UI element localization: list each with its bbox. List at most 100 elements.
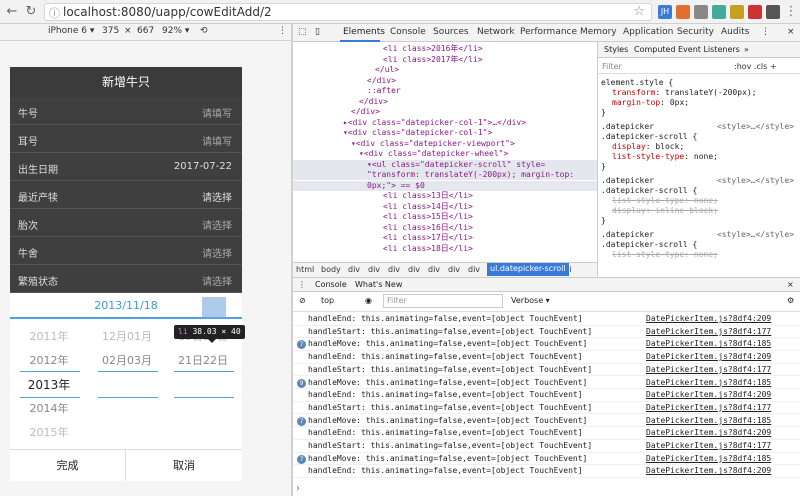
css-selector[interactable]: } <box>601 162 606 171</box>
styles-filter[interactable]: Filter :hov .cls + <box>598 59 800 74</box>
tab-console-drawer[interactable]: Console <box>315 280 347 289</box>
extension-icon[interactable] <box>766 5 780 19</box>
year-item[interactable]: 2014年 <box>18 397 80 421</box>
field-value[interactable]: 请填写 <box>202 105 232 120</box>
dom-node[interactable]: ▾<div class="datepicker-wheel"> <box>293 149 597 159</box>
dom-node[interactable]: 0px;"> == $0 <box>293 180 597 191</box>
field-value[interactable]: 2017-07-22 <box>174 161 232 172</box>
tab-more[interactable]: » <box>744 45 749 54</box>
close-icon[interactable]: × <box>787 280 794 289</box>
css-property-name[interactable]: list-style-type <box>612 152 684 161</box>
dom-node[interactable]: ▾<div class="datepicker-col-1"> <box>293 128 597 138</box>
reload-icon[interactable]: ↻ <box>22 3 40 21</box>
tab-sources[interactable]: Sources <box>433 27 469 37</box>
context-select[interactable]: top <box>321 296 334 305</box>
source-link[interactable]: DatePickerItem.js?8df4:209 <box>646 351 771 363</box>
dom-node[interactable]: ▾<ul class="datepicker-scroll" style= <box>293 159 597 170</box>
year-item[interactable]: 2011年 <box>18 325 80 349</box>
dom-node[interactable]: <li class>16日</li> <box>293 223 597 233</box>
crumb-item[interactable]: div <box>368 265 380 274</box>
css-property-name[interactable]: display <box>612 142 646 151</box>
css-selector[interactable]: .datepicker <box>601 122 654 131</box>
css-property-value[interactable]: translateY(-200px); <box>665 88 757 97</box>
year-column[interactable]: 2011年 2012年 2013年 2014年 2015年 <box>18 325 80 445</box>
form-row[interactable]: 耳号 请填写 <box>10 125 242 153</box>
month-column[interactable]: 12月01月 02月03月 <box>96 325 158 445</box>
form-row[interactable]: 胎次 请选择 <box>10 209 242 237</box>
source-link[interactable]: DatePickerItem.js?8df4:177 <box>646 402 771 414</box>
tab-application[interactable]: Application <box>623 27 673 37</box>
tab-whats-new[interactable]: What's New <box>355 280 402 289</box>
extension-icon[interactable] <box>676 5 690 19</box>
css-property-value[interactable]: none; <box>694 152 718 161</box>
inspect-icon[interactable]: ⬚ <box>298 27 307 37</box>
css-selector[interactable]: } <box>601 108 606 117</box>
source-link[interactable]: DatePickerItem.js?8df4:209 <box>646 389 771 401</box>
field-value[interactable]: 请选择 <box>202 217 232 232</box>
dom-node[interactable]: ::after <box>293 86 597 96</box>
crumb-item[interactable]: html <box>296 265 314 274</box>
year-item[interactable]: 2015年 <box>18 421 80 445</box>
crumb-active[interactable]: ul.datepicker-scroll <box>487 263 569 276</box>
extension-icon[interactable]: JH <box>658 5 672 19</box>
more-icon[interactable]: ⋮ <box>278 26 287 36</box>
tab-console[interactable]: Console <box>390 27 426 37</box>
month-item[interactable]: 12月01月 <box>96 325 158 349</box>
dom-node[interactable]: </div> <box>293 97 597 107</box>
styles-hov-cls[interactable]: :hov .cls + <box>734 62 777 71</box>
console-prompt[interactable]: › <box>296 483 300 494</box>
tab-computed[interactable]: Computed <box>634 45 676 54</box>
source-link[interactable]: DatePickerItem.js?8df4:185 <box>646 453 771 465</box>
day-item[interactable]: 21日22日 <box>172 349 234 373</box>
info-icon[interactable]: ⓘ <box>49 5 60 21</box>
css-selector[interactable]: .datepicker <box>601 230 654 239</box>
form-row[interactable]: 出生日期 2017-07-22 <box>10 153 242 181</box>
crumb-item[interactable]: div <box>468 265 480 274</box>
dom-node[interactable]: ▸<div class="datepicker-col-1">…</div> <box>293 118 597 128</box>
tab-performance[interactable]: Performance <box>520 27 577 37</box>
close-icon[interactable]: × <box>787 27 795 37</box>
tab-event-listeners[interactable]: Event Listeners <box>678 45 740 54</box>
dom-node[interactable]: <li class>17日</li> <box>293 233 597 243</box>
css-selector[interactable]: .datepicker-scroll { <box>601 132 697 141</box>
rotate-icon[interactable]: ⟲ <box>200 26 208 36</box>
warning-icon[interactable]: ⋮ <box>761 27 770 37</box>
dom-node[interactable]: <li class>2017年</li> <box>293 55 597 65</box>
done-button[interactable]: 完成 <box>10 450 126 481</box>
source-link[interactable]: DatePickerItem.js?8df4:177 <box>646 326 771 338</box>
gear-icon[interactable]: ⚙ <box>787 296 794 305</box>
crumb-item[interactable]: div <box>348 265 360 274</box>
drawer-menu-icon[interactable]: ⋮ <box>298 280 306 289</box>
dom-node[interactable]: </div> <box>293 76 597 86</box>
css-selector[interactable]: .datepicker <box>601 176 654 185</box>
tab-memory[interactable]: Memory <box>580 27 617 37</box>
extension-icon[interactable] <box>712 5 726 19</box>
field-value[interactable]: 请选择 <box>202 273 232 288</box>
dom-node[interactable]: <li class>13日</li> <box>293 191 597 201</box>
field-value[interactable]: 请选择 <box>202 245 232 260</box>
device-toggle-icon[interactable]: ▯ <box>315 27 320 37</box>
extension-icon[interactable] <box>748 5 762 19</box>
css-source[interactable]: <style>…</style> <box>717 122 794 131</box>
year-item[interactable]: 2012年 <box>18 349 80 373</box>
css-property[interactable]: display: block; <box>612 142 684 151</box>
css-overridden[interactable]: list-style-type: none; <box>612 250 718 259</box>
css-selector[interactable]: } <box>601 216 606 225</box>
dom-node[interactable]: <li class>15日</li> <box>293 212 597 222</box>
form-row[interactable]: 繁殖状态 请选择 <box>10 265 242 293</box>
url-text[interactable]: localhost:8080/uapp/cowEditAdd/2 <box>63 5 272 19</box>
device-select[interactable]: iPhone 6 ▾ <box>48 26 94 36</box>
cancel-button[interactable]: 取消 <box>126 450 242 481</box>
css-source[interactable]: <style>…</style> <box>717 176 794 185</box>
form-row[interactable]: 牛号 请填写 <box>10 97 242 125</box>
field-value[interactable]: 请选择 <box>202 189 232 204</box>
form-row[interactable]: 牛舍 请选择 <box>10 237 242 265</box>
year-item-selected[interactable]: 2013年 <box>18 373 80 397</box>
zoom-select[interactable]: 92% ▾ <box>162 26 189 36</box>
css-property[interactable]: list-style-type: none; <box>612 152 718 161</box>
tab-elements[interactable]: Elements <box>343 27 385 37</box>
css-selector[interactable]: element.style { <box>601 78 673 87</box>
css-property[interactable]: margin-top: 0px; <box>612 98 689 107</box>
styles-filter-input[interactable]: Filter <box>602 62 622 71</box>
level-select[interactable]: Verbose ▾ <box>511 296 550 305</box>
